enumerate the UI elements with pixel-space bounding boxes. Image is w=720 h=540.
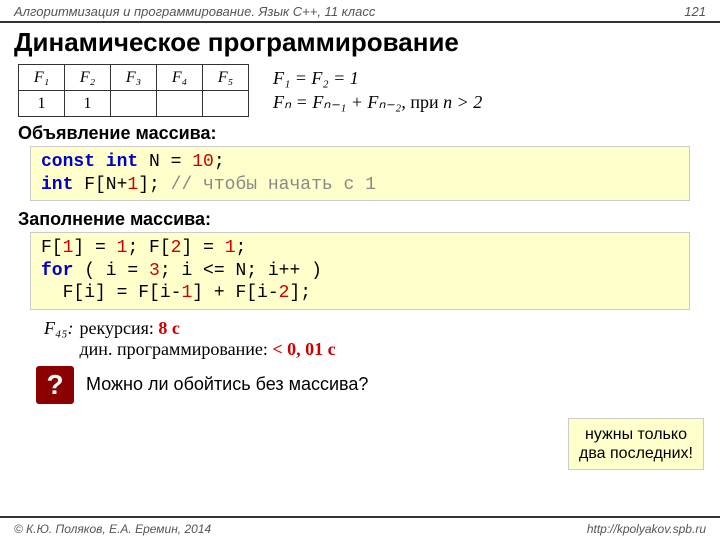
- section-fill: Заполнение массива:: [18, 209, 702, 230]
- fib-header: F₂: [65, 65, 111, 91]
- fib-table: F₁ F₂ F₃ F₄ F₅ 1 1: [18, 64, 249, 117]
- f45-label: F₄₅:: [44, 318, 74, 339]
- fib-header: F₄: [157, 65, 203, 91]
- formula-base: F₁ = F₂ = 1: [273, 67, 482, 90]
- fib-header: F₃: [111, 65, 157, 91]
- slide-footer: © К.Ю. Поляков, Е.А. Еремин, 2014 http:/…: [0, 516, 720, 540]
- section-declare: Объявление массива:: [18, 123, 702, 144]
- code-fill: F[1] = 1; F[2] = 1; for ( i = 3; i <= N;…: [30, 232, 690, 310]
- fib-header: F₁: [19, 65, 65, 91]
- callout-note: нужны только два последних!: [568, 418, 704, 470]
- formula-rec: Fₙ = Fₙ₋₁ + Fₙ₋₂, при n > 2: [273, 91, 482, 114]
- fib-cell: [203, 91, 249, 117]
- code-declare: const int N = 10; int F[N+1]; // чтобы н…: [30, 146, 690, 201]
- table-row: F₁ F₂ F₃ F₄ F₅: [19, 65, 249, 91]
- timing-compare: F₄₅: рекурсия: 8 с дин. программирование…: [44, 318, 702, 360]
- page-title: Динамическое программирование: [0, 23, 720, 64]
- copyright: © К.Ю. Поляков, Е.А. Еремин, 2014: [14, 522, 211, 536]
- slide-number: 121: [684, 4, 706, 19]
- question-icon: ?: [36, 366, 74, 404]
- fib-cell: [157, 91, 203, 117]
- question-text: Можно ли обойтись без массива?: [86, 374, 368, 395]
- table-row: 1 1: [19, 91, 249, 117]
- fib-header: F₅: [203, 65, 249, 91]
- fib-cell: [111, 91, 157, 117]
- course-title: Алгоритмизация и программирование. Язык …: [14, 4, 375, 19]
- slide-header: Алгоритмизация и программирование. Язык …: [0, 0, 720, 23]
- footer-url: http://kpolyakov.spb.ru: [587, 522, 706, 536]
- fib-cell: 1: [65, 91, 111, 117]
- formulas: F₁ = F₂ = 1 Fₙ = Fₙ₋₁ + Fₙ₋₂, при n > 2: [273, 67, 482, 114]
- fib-cell: 1: [19, 91, 65, 117]
